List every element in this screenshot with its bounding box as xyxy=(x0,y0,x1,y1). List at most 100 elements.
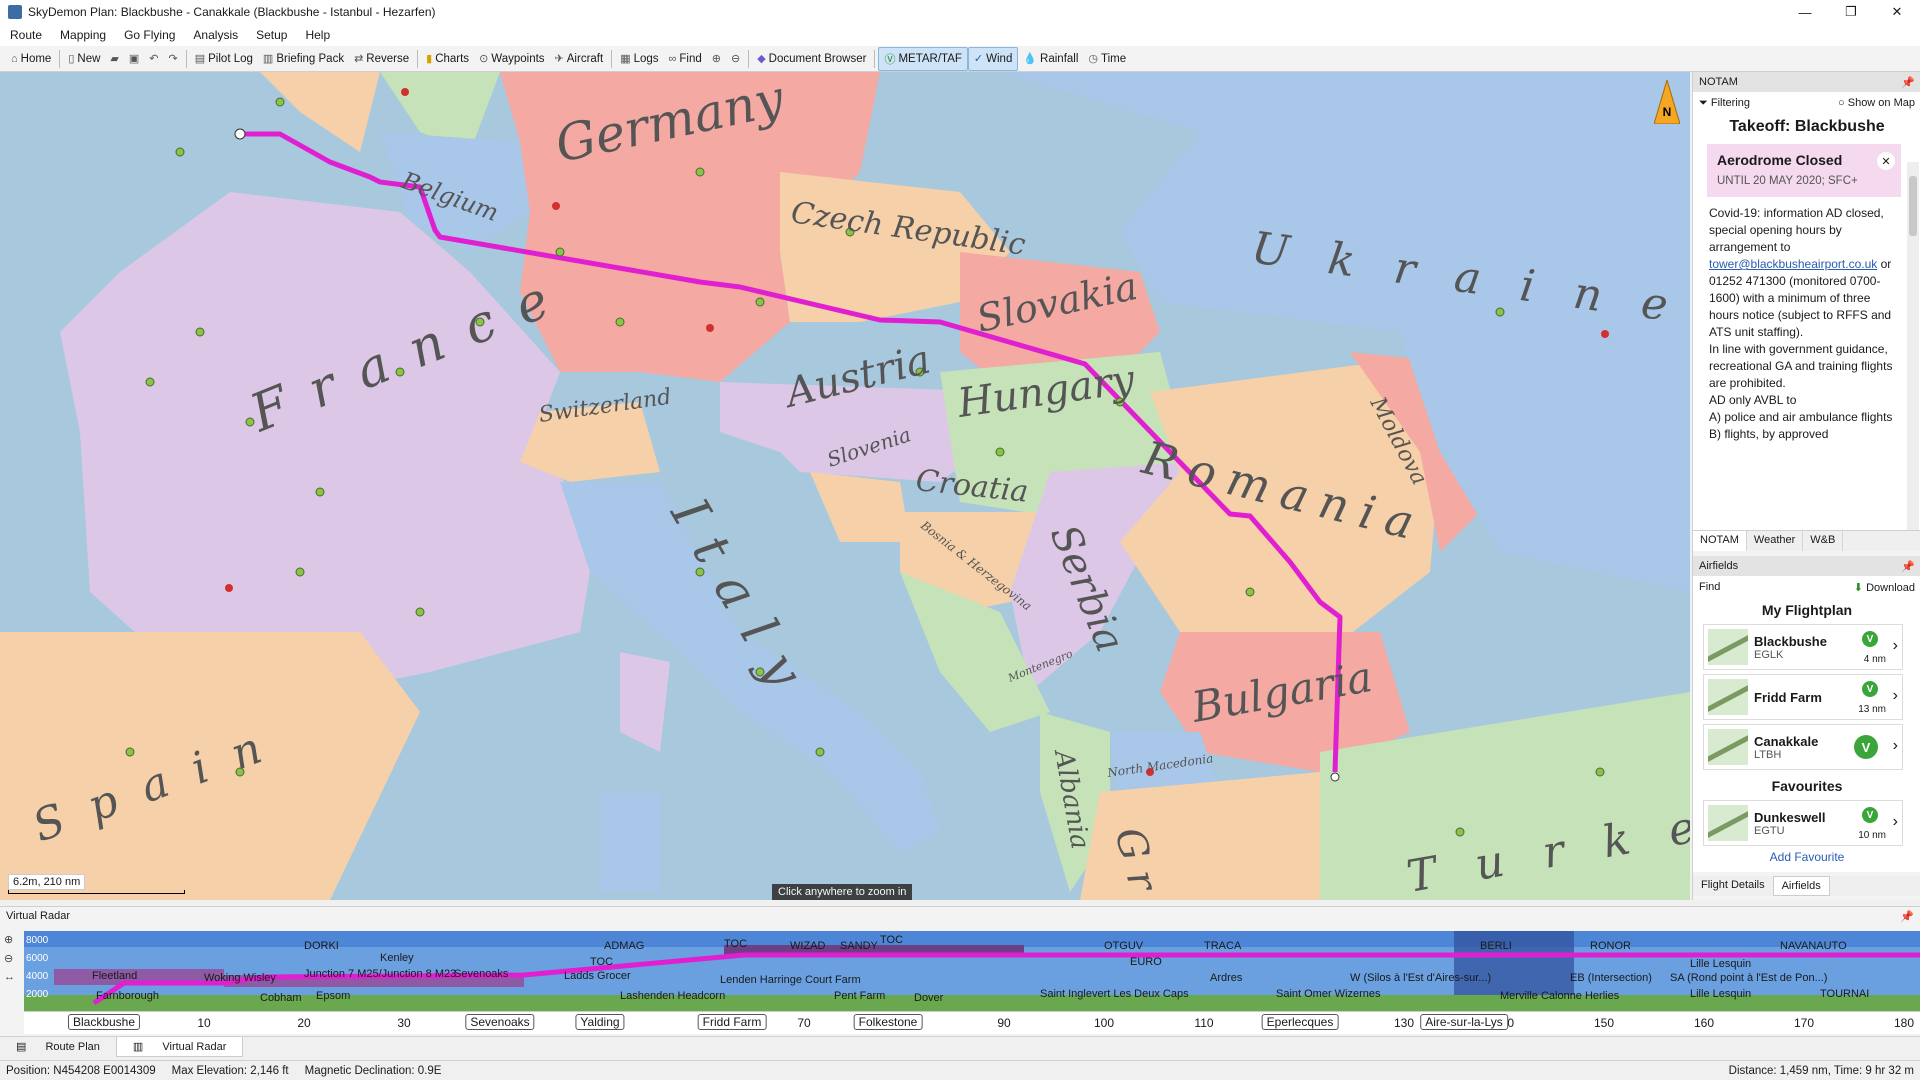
map-view[interactable]: Germany Belgium France Czech Republic Sl… xyxy=(0,72,1690,900)
notam-card: Aerodrome Closed UNTIL 20 MAY 2020; SFC+… xyxy=(1707,144,1901,197)
show-on-map-toggle[interactable]: ○ Show on Map xyxy=(1838,97,1915,109)
airfield-card[interactable]: Canakkale LTBH V › xyxy=(1703,724,1903,770)
menu-setup[interactable]: Setup xyxy=(246,28,295,42)
clock-icon: ◷ xyxy=(1088,53,1099,65)
map-canvas[interactable]: Germany Belgium France Czech Republic Sl… xyxy=(0,72,1690,900)
maximize-button[interactable]: ❐ xyxy=(1828,0,1874,24)
zoom-in-icon[interactable]: ⊕ xyxy=(4,933,22,946)
reverse-button[interactable]: ⇄ Reverse xyxy=(349,48,414,70)
waypoint-label[interactable]: Fridd Farm xyxy=(697,1014,767,1030)
waypoint-label[interactable]: Yalding xyxy=(575,1014,625,1030)
notam-email-link[interactable]: tower@blackbusheairport.co.uk xyxy=(1709,257,1877,271)
profile-tag: Pent Farm xyxy=(834,990,885,1002)
zoom-out-icon[interactable]: ⊖ xyxy=(4,952,22,965)
home-button[interactable]: ⌂ Home xyxy=(6,48,56,70)
minimize-button[interactable]: — xyxy=(1782,0,1828,24)
tab-virtual-radar[interactable]: ▥ Virtual Radar xyxy=(115,1037,244,1057)
profile-tag: TRACA xyxy=(1204,940,1242,952)
undo-icon: ↶ xyxy=(149,53,159,65)
profile-tag: TOC xyxy=(590,956,613,968)
metar-taf-toggle[interactable]: Ⓥ METAR/TAF xyxy=(878,46,968,71)
menu-help[interactable]: Help xyxy=(295,28,338,42)
menu-mapping[interactable]: Mapping xyxy=(50,28,114,42)
pin-icon[interactable]: 📌 xyxy=(1901,560,1915,573)
axis-tick: 70 xyxy=(797,1016,811,1030)
waypoint-label[interactable]: Sevenoaks xyxy=(465,1014,535,1030)
airfield-card[interactable]: Blackbushe EGLK V 4 nm › xyxy=(1703,624,1903,670)
waypoint-label[interactable]: Folkestone xyxy=(853,1014,923,1030)
redo-icon: ↷ xyxy=(168,53,178,65)
tab-route-plan[interactable]: ▤ Route Plan xyxy=(0,1037,116,1057)
open-button[interactable]: ▰ xyxy=(105,48,123,70)
vfr-badge: V xyxy=(1854,735,1878,759)
notam-tabs: NOTAM Weather W&B xyxy=(1693,530,1920,551)
airfield-card[interactable]: Dunkeswell EGTU V 10 nm › xyxy=(1703,800,1903,846)
profile-tag: DORKI xyxy=(304,940,339,952)
axis-tick: 10 xyxy=(197,1016,211,1030)
axis-tick: 110 xyxy=(1194,1016,1214,1030)
svg-text:N: N xyxy=(1663,105,1672,119)
charts-button[interactable]: ▮ Charts xyxy=(421,48,474,70)
save-icon: ▣ xyxy=(128,53,140,65)
aircraft-button[interactable]: ✈ Aircraft xyxy=(550,48,609,70)
vfr-badge: V xyxy=(1862,807,1878,823)
profile-tag: Lenden Harringe Court Farm xyxy=(720,974,861,986)
rainfall-toggle[interactable]: 💧 Rainfall xyxy=(1018,48,1083,70)
waypoint-label[interactable]: Blackbushe xyxy=(67,1014,141,1030)
pin-icon[interactable]: 📌 xyxy=(1900,910,1914,923)
wind-toggle[interactable]: ✓ Wind xyxy=(967,46,1019,71)
pin-icon[interactable]: 📌 xyxy=(1901,76,1915,89)
zoom-in-button[interactable]: ⊕ xyxy=(707,48,726,70)
tab-notam[interactable]: NOTAM xyxy=(1693,531,1747,551)
add-favourite-link[interactable]: Add Favourite xyxy=(1693,850,1920,864)
download-icon: ⬇ xyxy=(1853,581,1864,594)
tab-wb[interactable]: W&B xyxy=(1803,531,1844,551)
radar-profile[interactable]: 8000 6000 4000 2000 DORKI ADMAG WIZAD SA… xyxy=(24,931,1920,1011)
pilot-log-button[interactable]: ▤ Pilot Log xyxy=(190,48,258,70)
axis-tick: 160 xyxy=(1693,1016,1715,1030)
briefing-pack-button[interactable]: ▥ Briefing Pack xyxy=(258,48,349,70)
filtering-button[interactable]: ⏷ Filtering xyxy=(1699,97,1750,110)
north-arrow-icon[interactable]: N xyxy=(1654,80,1680,124)
profile-tag: Saint Omer Wizernes xyxy=(1276,988,1381,1000)
zoom-out-button[interactable]: ⊖ xyxy=(726,48,745,70)
document-browser-button[interactable]: ◆ Document Browser xyxy=(752,48,871,70)
notam-panel: ⏷ Filtering ○ Show on Map Takeoff: Black… xyxy=(1693,92,1920,540)
right-panel: NOTAM 📌 ⏷ Filtering ○ Show on Map Takeoff… xyxy=(1692,72,1920,900)
find-airfield-button[interactable]: Find xyxy=(1699,581,1720,593)
menu-analysis[interactable]: Analysis xyxy=(183,28,246,42)
profile-tag: TOC xyxy=(724,938,747,950)
close-button[interactable]: ✕ xyxy=(1874,0,1920,24)
undo-button[interactable]: ↶ xyxy=(144,48,163,70)
profile-tag: W (Silos à l'Est d'Aires-sur...) xyxy=(1350,972,1491,984)
new-button[interactable]: ▯ New xyxy=(63,48,105,70)
time-button[interactable]: ◷ Time xyxy=(1083,48,1131,70)
menu-go-flying[interactable]: Go Flying xyxy=(114,28,183,42)
tab-airfields[interactable]: Airfields xyxy=(1772,876,1830,896)
waypoint-label[interactable]: Eperlecques xyxy=(1261,1014,1339,1030)
find-button[interactable]: ∞ Find xyxy=(664,48,707,70)
waypoint-icon: ⊙ xyxy=(479,53,489,65)
altitude-label: 4000 xyxy=(26,971,49,982)
profile-tag: RONOR xyxy=(1590,940,1631,952)
airfield-card[interactable]: Fridd Farm V 13 nm › xyxy=(1703,674,1903,720)
virtual-radar-title: Virtual Radar xyxy=(6,910,70,922)
save-button[interactable]: ▣ xyxy=(124,48,144,70)
redo-button[interactable]: ↷ xyxy=(164,48,183,70)
profile-tag: Woking Wisley xyxy=(204,972,276,984)
tab-weather[interactable]: Weather xyxy=(1747,531,1804,551)
metar-icon: Ⓥ xyxy=(884,53,896,66)
status-distance-time: Distance: 1,459 nm, Time: 9 hr 32 m xyxy=(1728,1064,1914,1077)
axis-tick: 150 xyxy=(1593,1016,1615,1030)
waypoint-label[interactable]: Aire-sur-la-Lys xyxy=(1420,1014,1508,1030)
waypoints-button[interactable]: ⊙ Waypoints xyxy=(474,48,549,70)
close-icon[interactable]: ✕ xyxy=(1877,152,1895,170)
tab-flight-details[interactable]: Flight Details xyxy=(1693,876,1773,896)
fit-width-icon[interactable]: ↔ xyxy=(4,971,22,983)
status-bar: Position: N454208 E0014309 Max Elevation… xyxy=(0,1060,1920,1080)
notam-scrollbar[interactable] xyxy=(1907,162,1919,540)
menu-route[interactable]: Route xyxy=(0,28,50,42)
logs-button[interactable]: ▦ Logs xyxy=(615,48,663,70)
download-button[interactable]: ⬇ Download xyxy=(1854,581,1915,594)
status-position: Position: N454208 E0014309 xyxy=(6,1064,156,1077)
